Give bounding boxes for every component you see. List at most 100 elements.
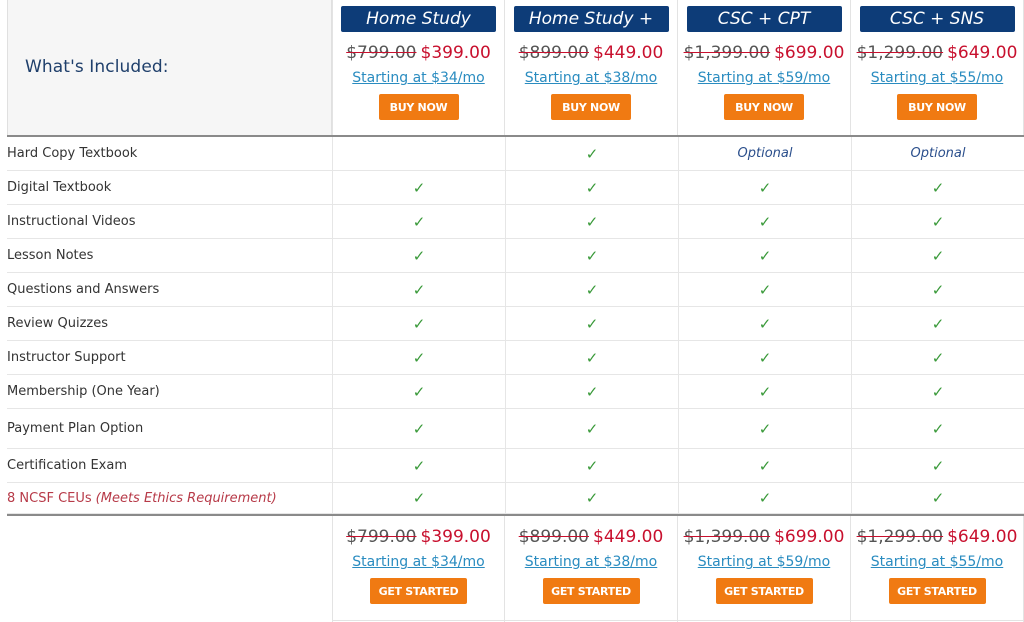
feature-cell: ✓	[851, 409, 1024, 448]
feature-cell: ✓	[505, 375, 678, 408]
feature-cell: ✓	[505, 273, 678, 306]
plan-footer-csc-sns: $1,299.00 $649.00 Starting at $55/mo GET …	[851, 516, 1024, 622]
feature-label-text: Instructional Videos	[7, 214, 136, 229]
feature-cell: ✓	[678, 449, 851, 482]
optional-label: Optional	[910, 146, 966, 161]
feature-label-text: Questions and Answers	[7, 282, 160, 297]
feature-label: Lesson Notes	[7, 239, 332, 272]
feature-cell: ✓	[851, 483, 1024, 513]
old-price: $1,399.00	[683, 527, 771, 547]
feature-label-text: Payment Plan Option	[7, 421, 144, 436]
checkmark-icon: ✓	[758, 489, 772, 507]
monthly-payment-link[interactable]: Starting at $59/mo	[698, 554, 830, 570]
feature-label-text: Digital Textbook	[7, 180, 112, 195]
checkmark-icon: ✓	[931, 178, 945, 197]
feature-label-text: Lesson Notes	[7, 248, 94, 263]
monthly-payment-link[interactable]: Starting at $38/mo	[525, 554, 657, 570]
feature-row: Membership (One Year) ✓ ✓ ✓ ✓	[7, 375, 1024, 409]
feature-label-text: Membership (One Year)	[7, 384, 160, 399]
plan-title: Home Study	[341, 6, 496, 32]
feature-row: Certification Exam ✓ ✓ ✓ ✓	[7, 449, 1024, 483]
checkmark-icon: ✓	[931, 212, 945, 231]
plan-footer-home-study: $799.00 $399.00 Starting at $34/mo GET ST…	[332, 516, 505, 622]
price-line: $1,399.00 $699.00	[678, 526, 850, 548]
checkmark-icon: ✓	[931, 419, 945, 438]
checkmark-icon: ✓	[931, 246, 945, 265]
feature-label: Questions and Answers	[7, 273, 332, 306]
feature-label: Hard Copy Textbook	[7, 137, 332, 170]
plan-header-csc-cpt: CSC + CPT $1,399.00 $699.00 Starting at $…	[678, 0, 851, 135]
feature-cell: ✓	[332, 239, 505, 272]
feature-cell: ✓	[332, 205, 505, 238]
old-price: $799.00	[346, 43, 417, 63]
feature-label: Review Quizzes	[7, 307, 332, 340]
feature-cell: ✓	[678, 171, 851, 204]
feature-cell: ✓	[505, 341, 678, 374]
buy-now-button[interactable]: BUY NOW	[378, 94, 459, 120]
feature-label-text: 8 NCSF CEUs	[7, 490, 92, 506]
feature-cell: Optional	[851, 137, 1024, 170]
feature-cell: ✓	[332, 409, 505, 448]
feature-row: Review Quizzes ✓ ✓ ✓ ✓	[7, 307, 1024, 341]
price-line: $1,299.00 $649.00	[851, 526, 1023, 548]
buy-now-button[interactable]: BUY NOW	[724, 94, 804, 120]
get-started-button[interactable]: GET STARTED	[888, 578, 986, 604]
feature-label: Instructional Videos	[7, 205, 332, 238]
monthly-payment-link[interactable]: Starting at $55/mo	[871, 554, 1003, 570]
price-line: $1,299.00 $649.00	[851, 42, 1023, 64]
checkmark-icon: ✓	[931, 382, 945, 401]
monthly-payment-link[interactable]: Starting at $59/mo	[698, 70, 830, 86]
get-started-button[interactable]: GET STARTED	[542, 578, 640, 604]
checkmark-icon: ✓	[758, 456, 772, 475]
buy-now-button[interactable]: BUY NOW	[897, 94, 977, 120]
monthly-payment-link[interactable]: Starting at $34/mo	[352, 70, 484, 86]
old-price: $899.00	[518, 43, 589, 63]
feature-cell: ✓	[851, 341, 1024, 374]
feature-cell: ✓	[332, 341, 505, 374]
feature-cell: ✓	[851, 171, 1024, 204]
checkmark-icon: ✓	[412, 246, 426, 265]
feature-cell: ✓	[678, 307, 851, 340]
buy-now-button[interactable]: BUY NOW	[551, 94, 631, 120]
plan-title: CSC + CPT	[686, 6, 842, 32]
old-price: $1,299.00	[856, 527, 944, 547]
feature-cell: ✓	[851, 205, 1024, 238]
feature-cell: ✓	[332, 375, 505, 408]
checkmark-icon: ✓	[758, 348, 772, 367]
feature-cell: ✓	[678, 409, 851, 448]
get-started-button[interactable]: GET STARTED	[370, 578, 467, 604]
feature-row: Lesson Notes ✓ ✓ ✓ ✓	[7, 239, 1024, 273]
checkmark-icon: ✓	[758, 280, 772, 299]
feature-cell: ✓	[505, 409, 678, 448]
checkmark-icon: ✓	[931, 280, 945, 299]
feature-cell: ✓	[851, 273, 1024, 306]
feature-cell: ✓	[332, 307, 505, 340]
feature-cell: ✓	[505, 239, 678, 272]
monthly-payment-link[interactable]: Starting at $55/mo	[871, 70, 1003, 86]
plan-title: Home Study +	[513, 6, 669, 32]
feature-cell: ✓	[678, 375, 851, 408]
feature-label: Digital Textbook	[7, 171, 332, 204]
checkmark-icon: ✓	[931, 314, 945, 333]
feature-cell: ✓	[505, 171, 678, 204]
feature-cell: ✓	[678, 239, 851, 272]
sale-price: $699.00	[774, 43, 845, 63]
get-started-button[interactable]: GET STARTED	[715, 578, 813, 604]
checkmark-icon: ✓	[412, 489, 426, 507]
sale-price: $449.00	[593, 527, 664, 547]
sale-price: $399.00	[420, 43, 491, 63]
sale-price: $449.00	[593, 43, 664, 63]
sale-price: $649.00	[947, 527, 1018, 547]
sale-price: $699.00	[774, 527, 845, 547]
checkmark-icon: ✓	[585, 489, 599, 507]
feature-label: Payment Plan Option	[7, 409, 332, 448]
checkmark-icon: ✓	[585, 314, 599, 333]
checkmark-icon: ✓	[412, 178, 426, 197]
feature-cell: ✓	[678, 341, 851, 374]
monthly-payment-link[interactable]: Starting at $38/mo	[525, 70, 657, 86]
plan-header-home-study-plus: Home Study + $899.00 $449.00 Starting at …	[505, 0, 678, 135]
checkmark-icon: ✓	[758, 246, 772, 265]
checkmark-icon: ✓	[758, 419, 772, 438]
feature-label-text: Review Quizzes	[7, 316, 109, 331]
monthly-payment-link[interactable]: Starting at $34/mo	[352, 554, 484, 570]
